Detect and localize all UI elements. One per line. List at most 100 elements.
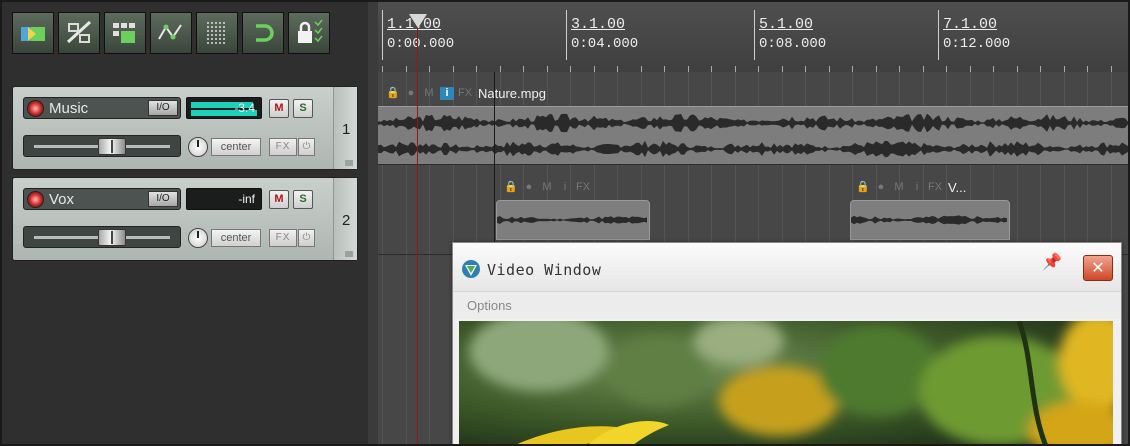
snap-grid-button[interactable] (196, 12, 238, 54)
volume-meter[interactable]: -inf (186, 188, 262, 210)
meter-readout: -3.4 (234, 101, 255, 115)
track-panel-music[interactable]: Music I/O -3.4 M S center FX ⏻ 1 (12, 86, 358, 170)
item-header-vox-b: 🔒 ● M i FX V... (856, 178, 966, 196)
ruler-mark: 3.1.00 0:04.000 (566, 10, 638, 60)
phase-button[interactable]: ⏻ (298, 138, 315, 156)
ruler-mark: 7.1.00 0:12.000 (938, 10, 1010, 60)
note-icon[interactable]: ● (522, 181, 536, 194)
track-name[interactable]: Music (49, 100, 88, 117)
play-cursor[interactable] (417, 14, 418, 444)
mute-button[interactable]: M (269, 99, 289, 118)
waveform (497, 216, 647, 224)
video-frame-image (459, 321, 1113, 444)
lock-icon[interactable]: 🔒 (856, 181, 870, 194)
ruler-bar-label: 3.1.00 (571, 16, 626, 33)
mute-button[interactable]: M (269, 190, 289, 209)
note-icon[interactable]: ● (874, 181, 888, 194)
item-grouping-button[interactable] (104, 12, 146, 54)
item-name[interactable]: Nature.mpg (478, 86, 546, 101)
ruler-mark: 5.1.00 0:08.000 (754, 10, 826, 60)
fader-handle[interactable] (98, 229, 126, 246)
main-toolbar (12, 12, 330, 54)
ruler-bar-label: 7.1.00 (943, 16, 998, 33)
info-icon[interactable]: i (910, 181, 924, 194)
solo-button[interactable]: S (293, 190, 313, 209)
video-window-titlebar[interactable]: Video Window 📌 ✕ (453, 243, 1121, 291)
lock-icon (298, 19, 323, 43)
menu-options[interactable]: Options (467, 298, 512, 313)
track-number-label: 1 (342, 121, 351, 138)
note-icon[interactable]: ● (404, 87, 418, 100)
fx-item-button[interactable]: FX (576, 181, 590, 194)
record-arm-button[interactable] (27, 191, 44, 208)
track-panel-vox[interactable]: Vox I/O -inf M S center FX ⏻ 2 (12, 177, 358, 261)
grouping-icon (113, 23, 135, 43)
track-number-label: 2 (342, 212, 351, 229)
waveform-right (378, 140, 1128, 158)
waveform (851, 215, 1007, 225)
video-window[interactable]: Video Window 📌 ✕ Options (452, 242, 1122, 444)
ruler-time-label: 0:08.000 (759, 36, 827, 52)
mute-item-button[interactable]: M (892, 181, 906, 194)
meter-readout: -inf (238, 192, 255, 206)
envelope-points-button[interactable] (150, 12, 192, 54)
loop-repeat-button[interactable] (242, 12, 284, 54)
fx-button[interactable]: FX (269, 138, 297, 156)
track-name-box[interactable]: Music I/O (23, 97, 181, 119)
video-window-title: Video Window (487, 261, 602, 279)
locking-button[interactable] (288, 12, 330, 54)
video-window-menubar: Options (453, 291, 1121, 319)
track-number[interactable]: 1 (333, 87, 357, 169)
pan-knob[interactable] (188, 228, 208, 248)
playhead-marker[interactable] (409, 14, 427, 28)
lock-icon[interactable]: 🔒 (386, 87, 400, 100)
volume-meter[interactable]: -3.4 (186, 97, 262, 119)
volume-fader[interactable] (23, 135, 181, 157)
close-button[interactable]: ✕ (1083, 255, 1113, 281)
ruler-time-label: 0:04.000 (571, 36, 639, 52)
fx-button[interactable]: FX (269, 229, 297, 247)
io-button[interactable]: I/O (148, 100, 178, 116)
info-icon[interactable]: i (558, 181, 572, 194)
ripple-edit-button[interactable] (58, 12, 100, 54)
media-item-vox-b[interactable] (850, 200, 1010, 240)
waveform-left (378, 113, 1128, 133)
phase-button[interactable]: ⏻ (298, 229, 315, 247)
pin-icon[interactable]: 📌 (1041, 251, 1063, 273)
ripple-icon (66, 20, 92, 44)
volume-fader[interactable] (23, 226, 181, 248)
fx-item-button[interactable]: FX (928, 181, 942, 194)
lock-icon[interactable]: 🔒 (504, 181, 518, 194)
video-frame (459, 321, 1113, 444)
pan-value: center (211, 229, 261, 247)
track-name-box[interactable]: Vox I/O (23, 188, 181, 210)
item-header-nature: 🔒 ● M i FX Nature.mpg (386, 84, 546, 102)
mute-item-button[interactable]: M (540, 181, 554, 194)
item-header-vox-a: 🔒 ● M i FX (504, 178, 590, 196)
pan-knob[interactable] (188, 137, 208, 157)
info-icon[interactable]: i (440, 86, 454, 100)
timeline-ruler[interactable]: 1.1.00 0:00.000 3.1.00 0:04.000 5.1.00 0… (378, 2, 1128, 72)
solo-button[interactable]: S (293, 99, 313, 118)
fader-handle[interactable] (98, 138, 126, 155)
ruler-mark: 1.1.00 0:00.000 (382, 10, 454, 60)
media-item-nature[interactable] (378, 106, 1128, 164)
mute-item-button[interactable]: M (422, 87, 436, 100)
reaper-logo-icon (462, 260, 480, 278)
media-item-vox-a[interactable] (496, 200, 650, 240)
item-name[interactable]: V... (948, 180, 966, 195)
auto-crossfade-button[interactable] (12, 12, 54, 54)
envelope-icon (158, 24, 182, 40)
track-name[interactable]: Vox (49, 191, 74, 208)
fx-item-button[interactable]: FX (458, 87, 472, 100)
track-number[interactable]: 2 (333, 178, 357, 260)
grid-icon (207, 22, 225, 44)
record-arm-button[interactable] (27, 100, 44, 117)
io-button[interactable]: I/O (148, 191, 178, 207)
pan-value: center (211, 138, 261, 156)
crossfade-icon (21, 27, 45, 41)
ruler-bar-label: 5.1.00 (759, 16, 814, 33)
loop-icon (256, 24, 274, 42)
reaper-window: Music I/O -3.4 M S center FX ⏻ 1 Vox I/O… (0, 0, 1130, 446)
ruler-time-label: 0:00.000 (387, 36, 455, 52)
